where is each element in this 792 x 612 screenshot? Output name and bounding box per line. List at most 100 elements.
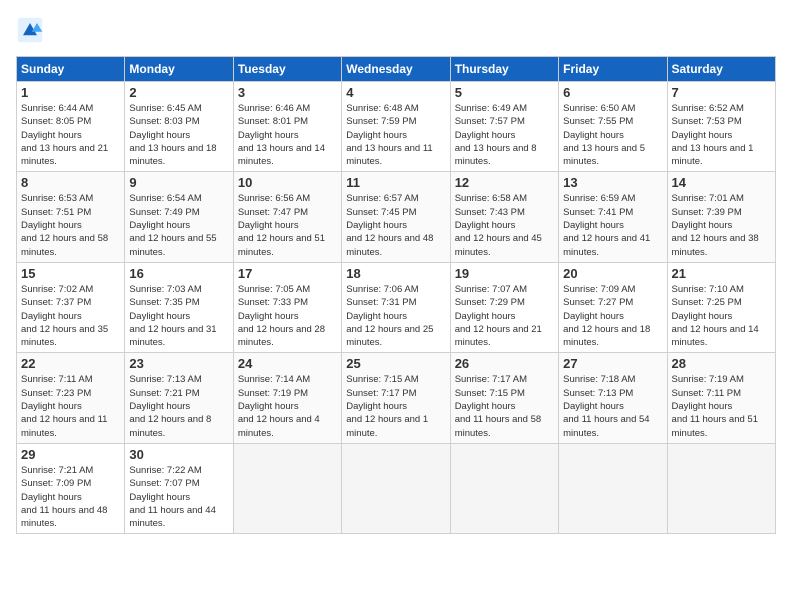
day-number: 3 [238,85,337,100]
cell-info: Sunrise: 7:21 AM Sunset: 7:09 PM Dayligh… [21,464,120,530]
calendar-cell: 11 Sunrise: 6:57 AM Sunset: 7:45 PM Dayl… [342,172,450,262]
day-number: 12 [455,175,554,190]
col-header-friday: Friday [559,57,667,82]
cell-info: Sunrise: 7:11 AM Sunset: 7:23 PM Dayligh… [21,373,120,439]
calendar-cell: 26 Sunrise: 7:17 AM Sunset: 7:15 PM Dayl… [450,353,558,443]
cell-info: Sunrise: 6:50 AM Sunset: 7:55 PM Dayligh… [563,102,662,168]
calendar-cell: 7 Sunrise: 6:52 AM Sunset: 7:53 PM Dayli… [667,82,775,172]
day-number: 16 [129,266,228,281]
day-number: 18 [346,266,445,281]
calendar-cell: 28 Sunrise: 7:19 AM Sunset: 7:11 PM Dayl… [667,353,775,443]
day-number: 7 [672,85,771,100]
day-number: 20 [563,266,662,281]
logo-icon [16,16,44,44]
cell-info: Sunrise: 6:44 AM Sunset: 8:05 PM Dayligh… [21,102,120,168]
calendar-cell: 14 Sunrise: 7:01 AM Sunset: 7:39 PM Dayl… [667,172,775,262]
calendar-cell: 1 Sunrise: 6:44 AM Sunset: 8:05 PM Dayli… [17,82,125,172]
cell-info: Sunrise: 7:03 AM Sunset: 7:35 PM Dayligh… [129,283,228,349]
calendar-cell: 13 Sunrise: 6:59 AM Sunset: 7:41 PM Dayl… [559,172,667,262]
day-number: 5 [455,85,554,100]
calendar-cell: 15 Sunrise: 7:02 AM Sunset: 7:37 PM Dayl… [17,262,125,352]
logo [16,16,48,44]
col-header-saturday: Saturday [667,57,775,82]
calendar-cell [667,443,775,533]
calendar-cell [559,443,667,533]
cell-info: Sunrise: 7:14 AM Sunset: 7:19 PM Dayligh… [238,373,337,439]
day-number: 13 [563,175,662,190]
cell-info: Sunrise: 7:17 AM Sunset: 7:15 PM Dayligh… [455,373,554,439]
day-header-row: SundayMondayTuesdayWednesdayThursdayFrid… [17,57,776,82]
cell-info: Sunrise: 6:56 AM Sunset: 7:47 PM Dayligh… [238,192,337,258]
cell-info: Sunrise: 6:52 AM Sunset: 7:53 PM Dayligh… [672,102,771,168]
calendar-cell: 3 Sunrise: 6:46 AM Sunset: 8:01 PM Dayli… [233,82,341,172]
calendar-cell: 19 Sunrise: 7:07 AM Sunset: 7:29 PM Dayl… [450,262,558,352]
day-number: 27 [563,356,662,371]
cell-info: Sunrise: 7:01 AM Sunset: 7:39 PM Dayligh… [672,192,771,258]
day-number: 10 [238,175,337,190]
calendar-cell: 25 Sunrise: 7:15 AM Sunset: 7:17 PM Dayl… [342,353,450,443]
cell-info: Sunrise: 6:59 AM Sunset: 7:41 PM Dayligh… [563,192,662,258]
calendar-cell: 17 Sunrise: 7:05 AM Sunset: 7:33 PM Dayl… [233,262,341,352]
calendar-cell: 29 Sunrise: 7:21 AM Sunset: 7:09 PM Dayl… [17,443,125,533]
cell-info: Sunrise: 6:53 AM Sunset: 7:51 PM Dayligh… [21,192,120,258]
cell-info: Sunrise: 7:22 AM Sunset: 7:07 PM Dayligh… [129,464,228,530]
calendar-cell [233,443,341,533]
calendar-row: 15 Sunrise: 7:02 AM Sunset: 7:37 PM Dayl… [17,262,776,352]
day-number: 30 [129,447,228,462]
calendar-cell: 21 Sunrise: 7:10 AM Sunset: 7:25 PM Dayl… [667,262,775,352]
col-header-wednesday: Wednesday [342,57,450,82]
calendar-cell: 16 Sunrise: 7:03 AM Sunset: 7:35 PM Dayl… [125,262,233,352]
calendar-cell: 4 Sunrise: 6:48 AM Sunset: 7:59 PM Dayli… [342,82,450,172]
calendar-cell: 23 Sunrise: 7:13 AM Sunset: 7:21 PM Dayl… [125,353,233,443]
col-header-sunday: Sunday [17,57,125,82]
cell-info: Sunrise: 7:09 AM Sunset: 7:27 PM Dayligh… [563,283,662,349]
calendar-cell: 18 Sunrise: 7:06 AM Sunset: 7:31 PM Dayl… [342,262,450,352]
day-number: 9 [129,175,228,190]
day-number: 24 [238,356,337,371]
day-number: 6 [563,85,662,100]
day-number: 22 [21,356,120,371]
day-number: 23 [129,356,228,371]
cell-info: Sunrise: 6:45 AM Sunset: 8:03 PM Dayligh… [129,102,228,168]
page-header [16,16,776,44]
day-number: 14 [672,175,771,190]
cell-info: Sunrise: 6:58 AM Sunset: 7:43 PM Dayligh… [455,192,554,258]
day-number: 1 [21,85,120,100]
calendar-cell: 24 Sunrise: 7:14 AM Sunset: 7:19 PM Dayl… [233,353,341,443]
calendar-cell [450,443,558,533]
day-number: 21 [672,266,771,281]
calendar-cell: 6 Sunrise: 6:50 AM Sunset: 7:55 PM Dayli… [559,82,667,172]
calendar-cell: 10 Sunrise: 6:56 AM Sunset: 7:47 PM Dayl… [233,172,341,262]
calendar-cell: 9 Sunrise: 6:54 AM Sunset: 7:49 PM Dayli… [125,172,233,262]
cell-info: Sunrise: 7:10 AM Sunset: 7:25 PM Dayligh… [672,283,771,349]
calendar-cell: 12 Sunrise: 6:58 AM Sunset: 7:43 PM Dayl… [450,172,558,262]
cell-info: Sunrise: 6:49 AM Sunset: 7:57 PM Dayligh… [455,102,554,168]
calendar-cell: 2 Sunrise: 6:45 AM Sunset: 8:03 PM Dayli… [125,82,233,172]
day-number: 28 [672,356,771,371]
calendar-cell: 27 Sunrise: 7:18 AM Sunset: 7:13 PM Dayl… [559,353,667,443]
calendar-row: 1 Sunrise: 6:44 AM Sunset: 8:05 PM Dayli… [17,82,776,172]
day-number: 4 [346,85,445,100]
cell-info: Sunrise: 7:07 AM Sunset: 7:29 PM Dayligh… [455,283,554,349]
calendar-cell: 22 Sunrise: 7:11 AM Sunset: 7:23 PM Dayl… [17,353,125,443]
day-number: 15 [21,266,120,281]
calendar-cell: 20 Sunrise: 7:09 AM Sunset: 7:27 PM Dayl… [559,262,667,352]
cell-info: Sunrise: 6:46 AM Sunset: 8:01 PM Dayligh… [238,102,337,168]
day-number: 8 [21,175,120,190]
day-number: 2 [129,85,228,100]
col-header-monday: Monday [125,57,233,82]
cell-info: Sunrise: 7:02 AM Sunset: 7:37 PM Dayligh… [21,283,120,349]
cell-info: Sunrise: 7:05 AM Sunset: 7:33 PM Dayligh… [238,283,337,349]
day-number: 29 [21,447,120,462]
day-number: 26 [455,356,554,371]
day-number: 25 [346,356,445,371]
col-header-tuesday: Tuesday [233,57,341,82]
cell-info: Sunrise: 7:18 AM Sunset: 7:13 PM Dayligh… [563,373,662,439]
day-number: 11 [346,175,445,190]
cell-info: Sunrise: 7:13 AM Sunset: 7:21 PM Dayligh… [129,373,228,439]
day-number: 17 [238,266,337,281]
calendar-cell: 8 Sunrise: 6:53 AM Sunset: 7:51 PM Dayli… [17,172,125,262]
calendar-row: 22 Sunrise: 7:11 AM Sunset: 7:23 PM Dayl… [17,353,776,443]
calendar-row: 8 Sunrise: 6:53 AM Sunset: 7:51 PM Dayli… [17,172,776,262]
cell-info: Sunrise: 7:06 AM Sunset: 7:31 PM Dayligh… [346,283,445,349]
